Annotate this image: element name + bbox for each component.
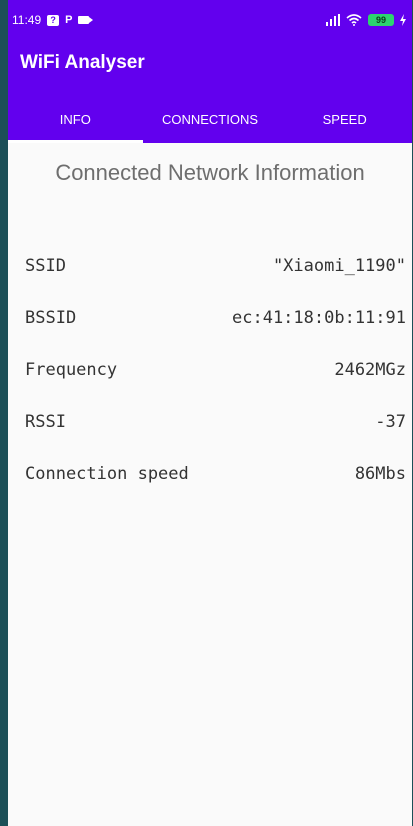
phone-screen: 11:49 ? P 99 WiFi Analyser INFO CONNECTI… xyxy=(8,0,412,826)
tab-info-label: INFO xyxy=(59,112,91,127)
network-info-list: SSID "Xiaomi_1190" BSSID ec:41:18:0b:11:… xyxy=(25,240,406,500)
parking-app-icon: P xyxy=(65,14,73,26)
frequency-value: 2462MGz xyxy=(334,360,406,380)
ssid-value: "Xiaomi_1190" xyxy=(272,256,406,276)
video-icon xyxy=(78,16,94,24)
bssid-value: ec:41:18:0b:11:91 xyxy=(232,308,406,328)
ssid-label: SSID xyxy=(25,256,66,276)
tab-speed-label: SPEED xyxy=(322,112,367,127)
charging-icon xyxy=(400,14,406,26)
battery-icon: 99 xyxy=(368,14,394,26)
info-row-rssi: RSSI -37 xyxy=(25,396,406,448)
tab-bar: INFO CONNECTIONS SPEED xyxy=(8,96,412,143)
rssi-label: RSSI xyxy=(25,412,66,432)
info-row-bssid: BSSID ec:41:18:0b:11:91 xyxy=(25,292,406,344)
frequency-label: Frequency xyxy=(25,360,118,380)
sim-icon: ? xyxy=(47,14,60,26)
signal-icon xyxy=(326,14,340,26)
info-row-ssid: SSID "Xiaomi_1190" xyxy=(25,240,406,292)
status-bar: 11:49 ? P 99 xyxy=(8,0,412,40)
tab-info[interactable]: INFO xyxy=(8,96,143,143)
section-title: Connected Network Information xyxy=(55,160,365,185)
app-bar: 11:49 ? P 99 WiFi Analyser INFO CONNECTI… xyxy=(8,0,412,143)
rssi-value: -37 xyxy=(375,412,406,432)
tab-speed[interactable]: SPEED xyxy=(277,96,412,143)
tab-connections[interactable]: CONNECTIONS xyxy=(143,96,278,143)
info-row-frequency: Frequency 2462MGz xyxy=(25,344,406,396)
connection-speed-label: Connection speed xyxy=(25,464,189,484)
wifi-icon xyxy=(346,14,362,26)
info-row-connection-speed: Connection speed 86Mbs xyxy=(25,448,406,500)
status-left: 11:49 ? P xyxy=(12,13,94,27)
status-time: 11:49 xyxy=(12,13,42,27)
status-right: 99 xyxy=(326,14,406,26)
bssid-label: BSSID xyxy=(25,308,77,328)
app-title: WiFi Analyser xyxy=(20,52,145,73)
tab-connections-label: CONNECTIONS xyxy=(161,112,259,127)
connection-speed-value: 86Mbs xyxy=(354,464,406,484)
